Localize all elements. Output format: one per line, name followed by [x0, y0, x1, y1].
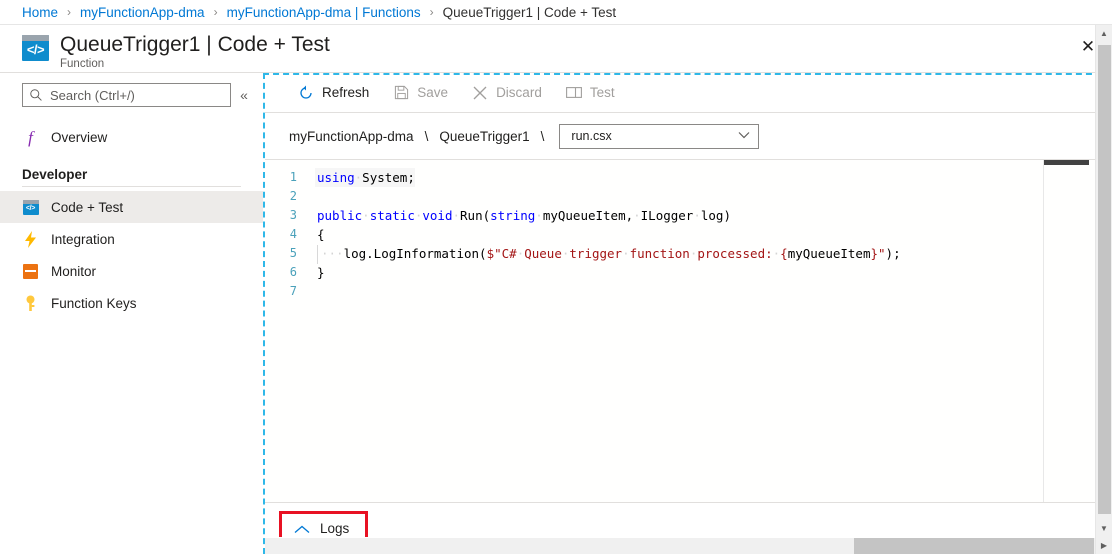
- function-f-icon: f: [28, 127, 33, 147]
- code-text: public·static·void·Run(string·myQueueIte…: [317, 208, 731, 223]
- logs-label: Logs: [320, 521, 350, 536]
- sidebar-search-row: Search (Ctrl+/) «: [0, 83, 263, 107]
- line-number: 4: [289, 227, 297, 241]
- code-text: using·System;: [315, 168, 415, 187]
- line-number: 6: [289, 265, 297, 279]
- line-number: 1: [289, 170, 297, 184]
- scroll-corner-icon[interactable]: ▶: [1096, 537, 1112, 554]
- vertical-scrollbar-thumb[interactable]: [1098, 45, 1111, 514]
- path-separator: \: [424, 128, 429, 144]
- code-line: 2: [265, 187, 1112, 206]
- page-subtitle: Function: [60, 58, 105, 70]
- line-number: 2: [289, 189, 297, 203]
- sidebar-item-label: Integration: [51, 231, 115, 247]
- sidebar-item-monitor[interactable]: Monitor: [0, 255, 263, 287]
- code-line: 1 using·System;: [265, 168, 1112, 187]
- code-text: {: [317, 227, 325, 242]
- chevron-down-icon: [738, 130, 750, 142]
- scroll-up-icon[interactable]: ▲: [1096, 25, 1112, 42]
- sidebar-item-code-test[interactable]: </> Code + Test: [0, 191, 263, 223]
- lightning-bolt-icon: [22, 230, 39, 248]
- code-text: ···log.LogInformation($"C#·Queue·trigger…: [315, 244, 901, 264]
- scroll-down-icon[interactable]: ▼: [1096, 520, 1112, 537]
- discard-x-icon: [472, 85, 488, 101]
- chevron-up-icon: [294, 522, 310, 536]
- test-panel-icon: [565, 85, 582, 101]
- breadcrumb-item-current: QueueTrigger1 | Code + Test: [442, 4, 617, 20]
- horizontal-scrollbar[interactable]: ▶: [265, 537, 1112, 554]
- search-placeholder: Search (Ctrl+/): [50, 87, 135, 103]
- search-input[interactable]: Search (Ctrl+/): [22, 83, 231, 107]
- sidebar-item-label: Overview: [51, 129, 108, 145]
- sidebar-divider: [22, 186, 241, 187]
- path-separator: \: [540, 128, 545, 144]
- editor-toolbar: Refresh Save Discard Test: [265, 73, 1112, 113]
- sidebar-item-label: Code + Test: [51, 199, 124, 215]
- line-number: 3: [289, 208, 297, 222]
- breadcrumb-item-functions[interactable]: myFunctionApp-dma | Functions: [227, 5, 421, 20]
- page-header: </> QueueTrigger1 | Code + Test Function…: [0, 25, 1112, 72]
- code-file-icon-glyph: </>: [26, 42, 45, 57]
- code-line: 5 ···log.LogInformation($"C#·Queue·trigg…: [265, 244, 1112, 264]
- page-body: Search (Ctrl+/) « f Overview Developer <…: [0, 72, 1112, 554]
- editor-minimap[interactable]: [1043, 160, 1089, 502]
- breadcrumb-separator: ›: [213, 5, 218, 19]
- save-button[interactable]: Save: [384, 78, 457, 108]
- breadcrumb-item-home[interactable]: Home: [22, 5, 58, 20]
- refresh-label: Refresh: [322, 85, 370, 100]
- path-app-name: myFunctionApp-dma: [289, 128, 414, 144]
- code-line: 4 {: [265, 225, 1112, 244]
- breadcrumb-item-app[interactable]: myFunctionApp-dma: [80, 5, 205, 20]
- breadcrumb-separator: ›: [429, 5, 434, 19]
- line-number: 5: [289, 246, 297, 260]
- refresh-button[interactable]: Refresh: [289, 78, 378, 108]
- sidebar-item-function-keys[interactable]: Function Keys: [0, 287, 263, 319]
- line-number: 7: [289, 284, 297, 298]
- minimap-slider[interactable]: [1044, 160, 1089, 165]
- vertical-scrollbar[interactable]: ▲ ▼ ▶: [1095, 25, 1112, 554]
- file-select-dropdown[interactable]: run.csx: [559, 123, 760, 149]
- file-select-value: run.csx: [571, 129, 612, 143]
- monitor-icon: [22, 263, 39, 280]
- key-icon: [22, 295, 39, 312]
- code-text: }: [317, 265, 325, 280]
- path-function-name: QueueTrigger1: [439, 128, 530, 144]
- content-panel: Refresh Save Discard Test myFunctionApp-…: [263, 73, 1112, 554]
- test-button[interactable]: Test: [557, 78, 624, 108]
- header-titles: QueueTrigger1 | Code + Test Function: [60, 32, 330, 70]
- collapse-sidebar-icon[interactable]: «: [233, 87, 255, 103]
- code-line: 6 }: [265, 263, 1112, 282]
- save-label: Save: [417, 85, 449, 100]
- save-icon: [393, 85, 409, 101]
- breadcrumb: Home › myFunctionApp-dma › myFunctionApp…: [0, 0, 1112, 25]
- code-icon: </>: [22, 199, 39, 216]
- search-icon: [29, 88, 43, 102]
- breadcrumb-separator: ›: [67, 5, 72, 19]
- horizontal-scrollbar-thumb[interactable]: [854, 538, 1094, 554]
- code-editor-content[interactable]: 1 using·System; 2 3 public·static·void·R…: [265, 160, 1112, 502]
- file-path-row: myFunctionApp-dma \ QueueTrigger1 \ run.…: [265, 113, 1112, 160]
- sidebar: Search (Ctrl+/) « f Overview Developer <…: [0, 73, 263, 554]
- test-label: Test: [589, 85, 615, 100]
- code-line: 7: [265, 282, 1112, 301]
- sidebar-item-overview[interactable]: f Overview: [0, 121, 263, 153]
- discard-label: Discard: [496, 85, 542, 100]
- refresh-icon: [298, 85, 314, 101]
- sidebar-item-label: Function Keys: [51, 295, 137, 311]
- code-editor[interactable]: 1 using·System; 2 3 public·static·void·R…: [265, 160, 1112, 502]
- code-line: 3 public·static·void·Run(string·myQueueI…: [265, 206, 1112, 225]
- code-file-icon: </>: [22, 35, 49, 61]
- sidebar-item-label: Monitor: [51, 263, 97, 279]
- sidebar-item-integration[interactable]: Integration: [0, 223, 263, 255]
- discard-button[interactable]: Discard: [463, 78, 551, 108]
- sidebar-section-developer: Developer: [22, 167, 88, 182]
- page-title: QueueTrigger1 | Code + Test: [60, 33, 330, 56]
